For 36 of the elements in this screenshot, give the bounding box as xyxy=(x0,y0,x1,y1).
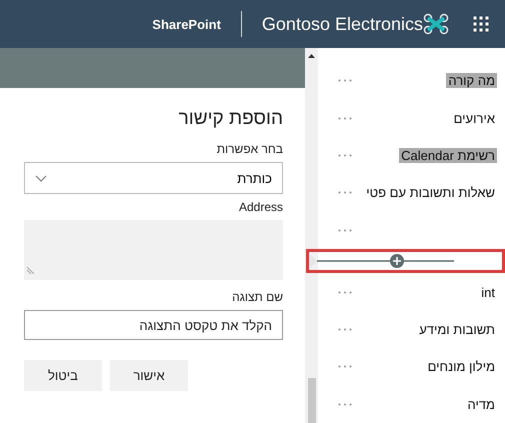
address-field[interactable] xyxy=(24,220,283,280)
site-title[interactable]: Gontoso Electronics xyxy=(262,14,423,34)
field-label: Address xyxy=(238,200,283,214)
nav-link[interactable]: תשובות ומידע xyxy=(417,322,497,337)
drone-logo-icon xyxy=(423,13,449,35)
dialog-button[interactable]: ביטול xyxy=(24,360,102,391)
more-icon[interactable] xyxy=(338,328,352,331)
option-dropdown[interactable]: כותרת xyxy=(24,162,283,194)
more-icon[interactable] xyxy=(338,79,352,82)
more-icon[interactable] xyxy=(338,228,352,232)
dialog-button[interactable]: אישור xyxy=(110,360,188,391)
more-icon[interactable] xyxy=(338,402,352,406)
display-name-field[interactable]: הקלד את טקסט התצוגה xyxy=(24,310,283,340)
nav-link[interactable]: אירועים xyxy=(452,110,497,126)
nav-link[interactable]: שאלות ותשובות עם פטי xyxy=(364,185,497,200)
scrollbar[interactable] xyxy=(305,48,318,423)
nav-link[interactable]: מה קורה xyxy=(446,73,497,88)
field-label: שם תצוגה xyxy=(231,290,283,304)
more-icon[interactable] xyxy=(338,116,352,120)
more-icon[interactable] xyxy=(338,365,352,368)
field-label: בחר אפשרות xyxy=(216,142,283,156)
scroll-thumb[interactable] xyxy=(308,378,316,423)
nav-link[interactable]: רשימת Calendar xyxy=(399,148,497,164)
nav-link[interactable]: מילון מונחים xyxy=(426,359,497,374)
more-icon[interactable] xyxy=(338,154,352,158)
more-icon[interactable] xyxy=(338,191,352,194)
panel-title: הוספת קישור xyxy=(178,108,283,130)
insert-link-line[interactable] xyxy=(306,249,505,274)
app-launcher-icon[interactable] xyxy=(473,16,489,32)
resize-grip-icon xyxy=(27,267,34,274)
app-name: SharePoint xyxy=(152,16,221,32)
more-icon[interactable] xyxy=(338,290,352,294)
chevron-down-icon xyxy=(35,174,47,182)
nav-link[interactable]: מדיה xyxy=(466,396,497,412)
nav-link[interactable]: int xyxy=(479,284,497,300)
scroll-up-icon[interactable] xyxy=(308,54,315,58)
